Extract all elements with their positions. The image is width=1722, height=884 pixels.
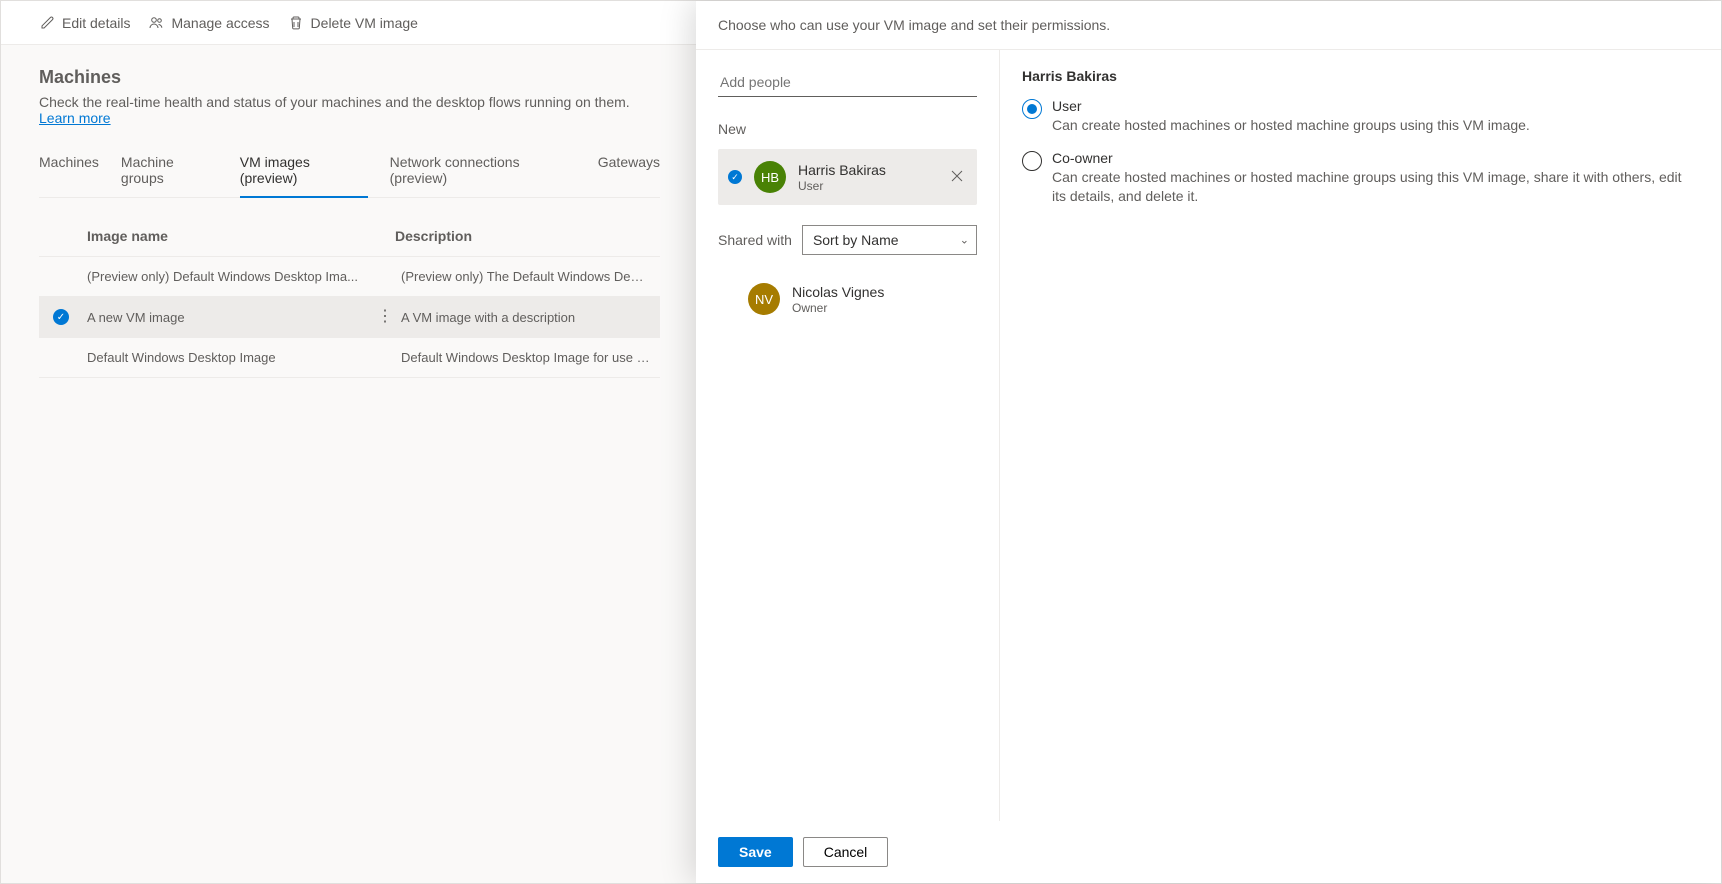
check-icon: ✓ bbox=[53, 309, 69, 325]
panel-people-column: New ✓ HB Harris Bakiras User Shared with… bbox=[696, 50, 1000, 821]
remove-person-button[interactable] bbox=[947, 165, 967, 189]
col-description[interactable]: Description bbox=[395, 228, 650, 244]
tabs: Machines Machine groups VM images (previ… bbox=[39, 146, 660, 198]
tab-vm-images[interactable]: VM images (preview) bbox=[240, 146, 368, 198]
people-icon bbox=[148, 15, 164, 31]
delete-vm-image-button[interactable]: Delete VM image bbox=[288, 15, 418, 31]
sort-by-select[interactable]: Sort by Name bbox=[802, 225, 977, 255]
avatar: NV bbox=[748, 283, 780, 315]
panel-header: Choose who can use your VM image and set… bbox=[696, 1, 1721, 50]
manage-access-button[interactable]: Manage access bbox=[148, 15, 269, 31]
pencil-icon bbox=[39, 15, 55, 31]
delete-vm-image-label: Delete VM image bbox=[311, 15, 418, 31]
option-desc: Can create hosted machines or hosted mac… bbox=[1052, 116, 1699, 136]
radio-icon bbox=[1022, 99, 1042, 119]
row-check[interactable]: ✓ bbox=[53, 309, 87, 325]
option-desc: Can create hosted machines or hosted mac… bbox=[1052, 168, 1699, 207]
panel-footer: Save Cancel bbox=[696, 821, 1721, 883]
option-label: User bbox=[1052, 98, 1699, 114]
manage-access-label: Manage access bbox=[171, 15, 269, 31]
row-desc: (Preview only) The Default Windows Deskt… bbox=[395, 269, 650, 284]
person-role: User bbox=[798, 179, 935, 193]
person-item-new[interactable]: ✓ HB Harris Bakiras User bbox=[718, 149, 977, 205]
avatar: HB bbox=[754, 161, 786, 193]
check-icon: ✓ bbox=[728, 170, 742, 184]
table-header: Image name Description bbox=[39, 228, 660, 256]
tab-machines[interactable]: Machines bbox=[39, 146, 99, 198]
save-button[interactable]: Save bbox=[718, 837, 793, 867]
new-section-label: New bbox=[718, 121, 977, 137]
more-actions-button[interactable]: ⋮ bbox=[377, 309, 395, 325]
tab-gateways[interactable]: Gateways bbox=[598, 146, 660, 198]
close-icon bbox=[951, 170, 963, 182]
trash-icon bbox=[288, 15, 304, 31]
person-item-shared[interactable]: NV Nicolas Vignes Owner bbox=[718, 271, 977, 327]
permission-option-user[interactable]: User Can create hosted machines or hoste… bbox=[1022, 98, 1699, 136]
edit-details-button[interactable]: Edit details bbox=[39, 15, 130, 31]
toolbar: Edit details Manage access Delete VM ima… bbox=[1, 1, 698, 45]
add-people-input[interactable] bbox=[718, 68, 977, 97]
vm-images-table: Image name Description (Preview only) De… bbox=[39, 228, 660, 378]
tab-machine-groups[interactable]: Machine groups bbox=[121, 146, 218, 198]
option-label: Co-owner bbox=[1052, 150, 1699, 166]
tab-network-connections[interactable]: Network connections (preview) bbox=[390, 146, 576, 198]
col-image-name[interactable]: Image name bbox=[87, 228, 395, 244]
row-desc: Default Windows Desktop Image for use in… bbox=[395, 350, 650, 365]
row-desc: A VM image with a description bbox=[395, 310, 650, 325]
panel-permissions-column: Harris Bakiras User Can create hosted ma… bbox=[1000, 50, 1721, 821]
subtitle-text: Check the real-time health and status of… bbox=[39, 94, 630, 110]
row-name: A new VM image bbox=[87, 310, 377, 325]
manage-access-panel: Choose who can use your VM image and set… bbox=[696, 1, 1721, 883]
learn-more-link[interactable]: Learn more bbox=[39, 110, 111, 126]
permission-option-coowner[interactable]: Co-owner Can create hosted machines or h… bbox=[1022, 150, 1699, 207]
person-name: Harris Bakiras bbox=[798, 162, 935, 178]
person-name: Nicolas Vignes bbox=[792, 284, 967, 300]
page-title: Machines bbox=[39, 67, 660, 88]
row-name: Default Windows Desktop Image bbox=[87, 350, 377, 365]
page-subtitle: Check the real-time health and status of… bbox=[39, 94, 660, 126]
table-row[interactable]: (Preview only) Default Windows Desktop I… bbox=[39, 256, 660, 296]
person-role: Owner bbox=[792, 301, 967, 315]
cancel-button[interactable]: Cancel bbox=[803, 837, 889, 867]
shared-with-label: Shared with bbox=[718, 232, 792, 248]
row-name: (Preview only) Default Windows Desktop I… bbox=[87, 269, 377, 284]
radio-icon bbox=[1022, 151, 1042, 171]
table-row[interactable]: Default Windows Desktop Image Default Wi… bbox=[39, 337, 660, 378]
selected-person-name: Harris Bakiras bbox=[1022, 68, 1699, 84]
table-row[interactable]: ✓ A new VM image ⋮ A VM image with a des… bbox=[39, 296, 660, 337]
edit-details-label: Edit details bbox=[62, 15, 130, 31]
